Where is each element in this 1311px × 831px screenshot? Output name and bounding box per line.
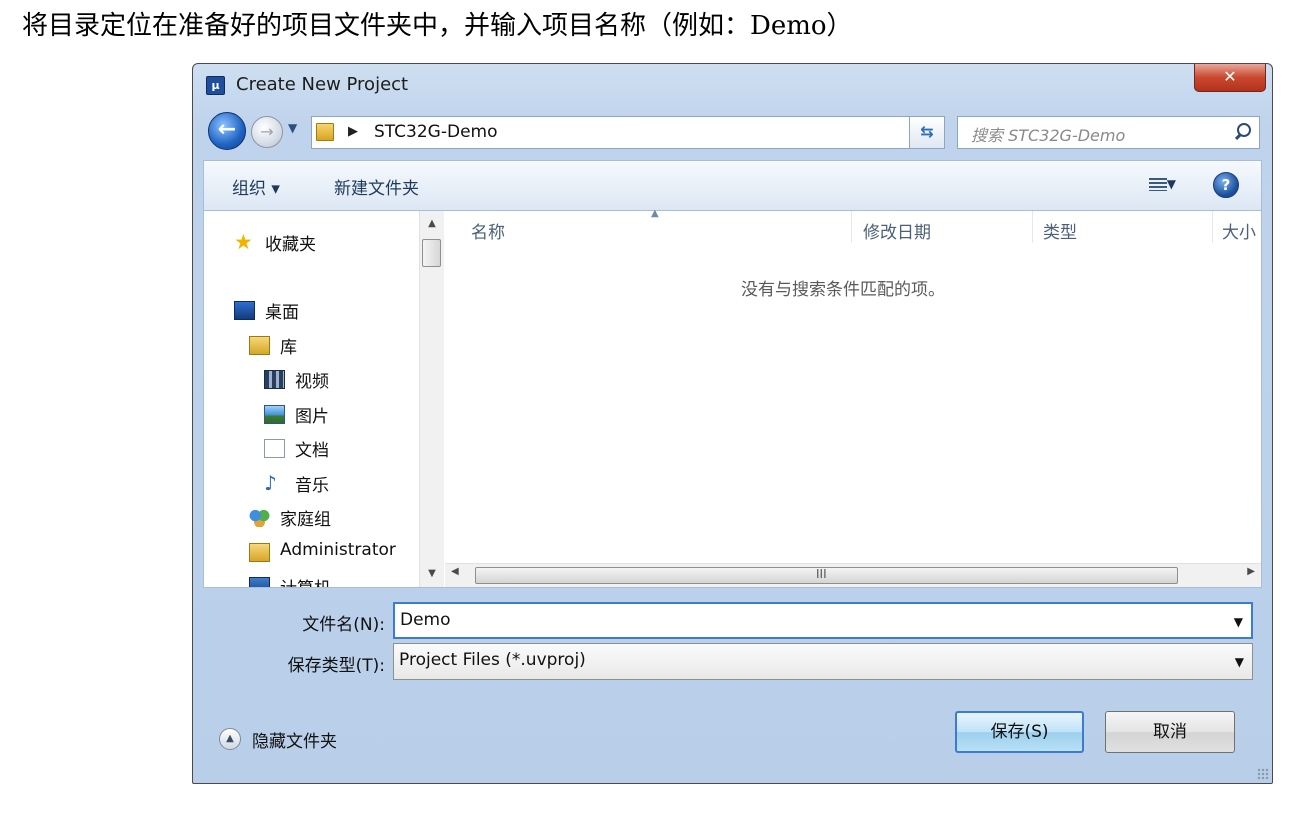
search-icon[interactable] [1233, 122, 1251, 142]
video-icon [264, 370, 285, 389]
filename-label: 文件名(N): [302, 615, 385, 635]
horizontal-scrollbar[interactable]: ◀ III ▶ [445, 563, 1261, 587]
close-button[interactable]: ✕ [1194, 64, 1266, 92]
help-icon[interactable]: ? [1213, 172, 1239, 198]
nav-item-label: 收藏夹 [265, 235, 316, 255]
nav-item-label: 桌面 [265, 303, 299, 323]
column-divider[interactable] [1032, 211, 1033, 243]
recent-locations-dropdown-icon[interactable]: ▼ [288, 121, 297, 135]
browser-content: ★ 收藏夹 桌面 库 视频 图片 文档 ♪ 音乐 家庭组 Administrat… [203, 208, 1262, 588]
view-dropdown-icon[interactable]: ▼ [1167, 177, 1176, 191]
scroll-up-icon[interactable]: ▲ [420, 213, 444, 235]
filename-value: Demo [400, 610, 451, 630]
filename-dropdown-icon[interactable]: ▼ [1234, 615, 1243, 629]
organize-button[interactable]: 组织 ▾ [232, 174, 280, 199]
scroll-thumb[interactable]: III [475, 567, 1178, 584]
document-icon [264, 439, 285, 458]
star-icon: ★ [234, 230, 253, 254]
nav-item-label: 家庭组 [280, 510, 331, 530]
folder-icon [316, 123, 334, 141]
nav-item-label: 计算机 [280, 574, 331, 587]
filetype-label: 保存类型(T): [287, 656, 385, 676]
cancel-button[interactable]: 取消 [1105, 711, 1235, 753]
desktop-icon [234, 301, 255, 320]
filename-input[interactable]: Demo ▼ [393, 602, 1253, 639]
title-bar[interactable]: µ Create New Project ✕ [193, 64, 1272, 106]
scroll-right-icon[interactable]: ▶ [1247, 566, 1255, 577]
navigation-bar: ← → ▼ ▶ STC32G-Demo ▼ ⇆ 搜索 STC32G-Demo [193, 108, 1272, 156]
breadcrumb-chevron-icon[interactable]: ▶ [348, 124, 358, 139]
sort-ascending-icon: ▲ [651, 208, 659, 219]
scroll-grip: III [816, 567, 827, 581]
forward-arrow-icon[interactable]: → [251, 116, 283, 148]
chevron-up-icon: ▲ [219, 728, 241, 750]
refresh-icon[interactable]: ⇆ [909, 116, 945, 149]
scroll-left-icon[interactable]: ◀ [451, 566, 459, 577]
user-folder-icon [249, 543, 270, 562]
column-header-name[interactable]: 名称 [471, 218, 505, 243]
nav-item-label: 库 [280, 338, 297, 358]
nav-item-label: Administrator [280, 540, 396, 560]
column-divider[interactable] [1212, 211, 1213, 243]
picture-icon [264, 405, 285, 424]
instruction-text: 将目录定位在准备好的项目文件夹中，并输入项目名称（例如：Demo） [22, 11, 853, 41]
column-divider[interactable] [851, 211, 852, 243]
back-arrow-icon[interactable]: ← [208, 112, 246, 150]
file-list: 名称 ▲ 修改日期 类型 大小 没有与搜索条件匹配的项。 ◀ III ▶ [445, 208, 1261, 587]
breadcrumb[interactable]: STC32G-Demo [374, 122, 498, 142]
column-header-type[interactable]: 类型 [1043, 218, 1077, 243]
library-icon [249, 336, 270, 355]
filetype-dropdown-icon[interactable]: ▼ [1235, 655, 1244, 669]
nav-item-label: 图片 [295, 407, 329, 427]
nav-item-label: 文档 [295, 441, 329, 461]
column-header-size[interactable]: 大小 [1222, 218, 1256, 243]
navigation-pane: ★ 收藏夹 桌面 库 视频 图片 文档 ♪ 音乐 家庭组 Administrat… [204, 211, 418, 587]
hide-folders-label: 隐藏文件夹 [252, 732, 337, 752]
homegroup-icon [249, 508, 270, 527]
new-folder-button[interactable]: 新建文件夹 [334, 174, 419, 199]
nav-item-label: 音乐 [295, 476, 329, 496]
scroll-thumb[interactable] [422, 239, 441, 267]
search-input[interactable]: 搜索 STC32G-Demo [957, 116, 1260, 149]
address-bar[interactable]: ▶ STC32G-Demo ▼ [311, 116, 943, 149]
filetype-value: Project Files (*.uvproj) [399, 650, 586, 670]
empty-list-message: 没有与搜索条件匹配的项。 [741, 280, 945, 300]
navigation-scrollbar[interactable]: ▲ ▼ [419, 211, 444, 587]
music-icon: ♪ [264, 471, 277, 495]
scroll-down-icon[interactable]: ▼ [420, 563, 444, 585]
nav-item-label: 视频 [295, 372, 329, 392]
resize-grip-icon[interactable] [1257, 768, 1269, 780]
dialog-title: Create New Project [236, 74, 409, 95]
create-project-dialog: µ Create New Project ✕ ← → ▼ ▶ STC32G-De… [192, 63, 1273, 784]
computer-icon [249, 577, 270, 587]
filetype-select[interactable]: Project Files (*.uvproj) ▼ [393, 643, 1253, 680]
save-button[interactable]: 保存(S) [955, 711, 1084, 753]
command-toolbar: 组织 ▾ 新建文件夹 ▼ ? [203, 160, 1262, 210]
keil-app-icon: µ [206, 76, 225, 95]
search-placeholder: 搜索 STC32G-Demo [971, 126, 1126, 145]
column-header-date[interactable]: 修改日期 [863, 218, 931, 243]
